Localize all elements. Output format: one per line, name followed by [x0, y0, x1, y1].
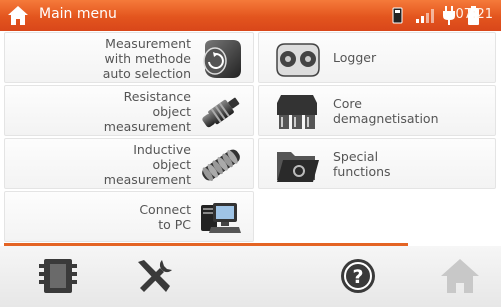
memory-icon[interactable] [36, 256, 80, 296]
home-icon[interactable] [438, 256, 482, 296]
inductive-coil-icon [202, 149, 240, 181]
menu-item-label: Core demagnetisation [333, 95, 439, 126]
menu-auto-selection-button[interactable]: Measurement with methode auto selection [4, 32, 254, 83]
page-title: Main menu [39, 6, 117, 22]
menu-item-label: Connect to PC [139, 202, 191, 232]
special-functions-folder-icon [277, 152, 319, 182]
menu-special-functions-button[interactable]: Special functions [258, 138, 496, 189]
menu-resistance-measurement-button[interactable]: Resistance object measurement [4, 85, 254, 136]
help-icon[interactable]: ? [336, 256, 380, 296]
power-plug-icon [443, 6, 455, 25]
menu-item-label: Inductive object measurement [103, 142, 191, 187]
menu-connect-pc-button[interactable]: Connect to PC [4, 191, 254, 242]
auto-selection-icon [203, 40, 241, 78]
menu-core-demagnetisation-button[interactable]: Core demagnetisation [258, 85, 496, 136]
menu-logger-button[interactable]: Logger [258, 32, 496, 83]
home-icon[interactable] [7, 5, 29, 26]
pc-connection-icon [201, 203, 241, 233]
menu-inductive-measurement-button[interactable]: Inductive object measurement [4, 138, 254, 189]
signal-bars-icon [416, 9, 434, 23]
svg-text:?: ? [352, 266, 363, 288]
title-bar: Main menu 07:21 [0, 0, 501, 31]
core-demagnetisation-icon [277, 95, 317, 129]
menu-item-label: Measurement with methode auto selection [102, 36, 191, 81]
clock: 07:21 [455, 7, 493, 22]
settings-tools-icon[interactable] [132, 256, 176, 296]
resistance-probe-icon [202, 97, 240, 128]
logger-tape-icon [276, 43, 320, 77]
menu-grid: Measurement with methode auto selection … [4, 32, 497, 242]
menu-item-label: Logger [333, 50, 377, 65]
menu-item-label: Special functions [333, 148, 391, 179]
memory-card-icon [392, 7, 403, 24]
bottom-toolbar: ? [0, 246, 501, 307]
menu-item-label: Resistance object measurement [103, 89, 191, 134]
